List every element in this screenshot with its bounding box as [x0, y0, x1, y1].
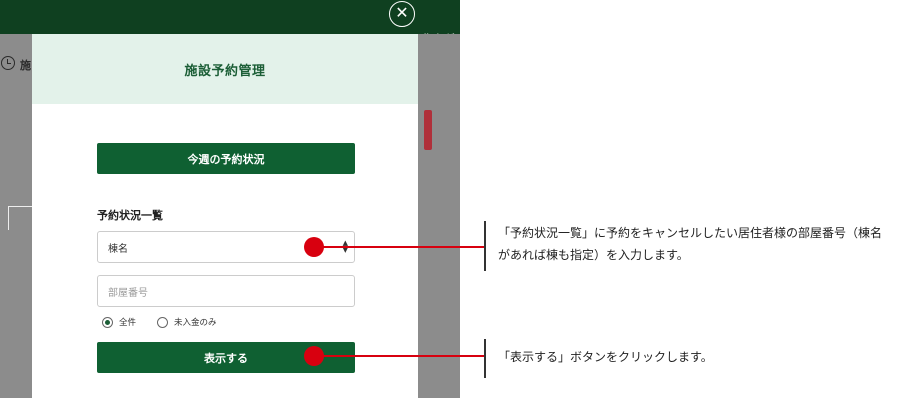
- modal-title: 施設予約管理: [184, 63, 266, 79]
- background-divider-vertical: [8, 206, 9, 230]
- app-screenshot: ル·レジュ 01 施 施設予約管理 今週の予約状況 予約状況一覧 棟名 ▲▼ 部…: [0, 0, 460, 398]
- annotation-bracket: [484, 221, 486, 271]
- background-red-button: [424, 110, 432, 150]
- radio-unpaid-only[interactable]: 未入金のみ: [157, 316, 217, 328]
- annotation-marker: [304, 237, 324, 257]
- annotation-text: 「予約状況一覧」に予約をキャンセルしたい居住者様の部屋番号（棟名があれば棟も指定…: [498, 226, 883, 262]
- annotation-leader-line: [314, 355, 484, 357]
- app-left-label: 施: [20, 59, 31, 72]
- radio-unchecked-icon: [157, 316, 168, 328]
- building-select-value: 棟名: [108, 243, 128, 255]
- facility-reservation-modal: 施設予約管理 今週の予約状況 予約状況一覧 棟名 ▲ ▼ 部屋番号 全件 未入金の…: [32, 34, 418, 398]
- weekly-status-button[interactable]: 今週の予約状況: [97, 143, 355, 174]
- radio-all[interactable]: 全件: [102, 316, 136, 328]
- radio-checked-icon: [102, 316, 113, 328]
- modal-header: 施設予約管理: [32, 34, 418, 104]
- radio-unpaid-label: 未入金のみ: [174, 318, 217, 328]
- annotation-bracket: [484, 339, 486, 378]
- clock-icon: [1, 56, 15, 70]
- close-icon[interactable]: ✕: [389, 1, 415, 27]
- radio-all-label: 全件: [119, 318, 137, 328]
- annotation-leader-line: [314, 246, 484, 248]
- room-number-input[interactable]: 部屋番号: [97, 275, 355, 307]
- room-number-placeholder: 部屋番号: [108, 287, 148, 299]
- annotation-text: 「表示する」ボタンをクリックします。: [498, 350, 713, 364]
- reservation-list-label: 予約状況一覧: [97, 209, 163, 222]
- background-divider: [8, 206, 32, 207]
- annotation-marker: [304, 346, 324, 366]
